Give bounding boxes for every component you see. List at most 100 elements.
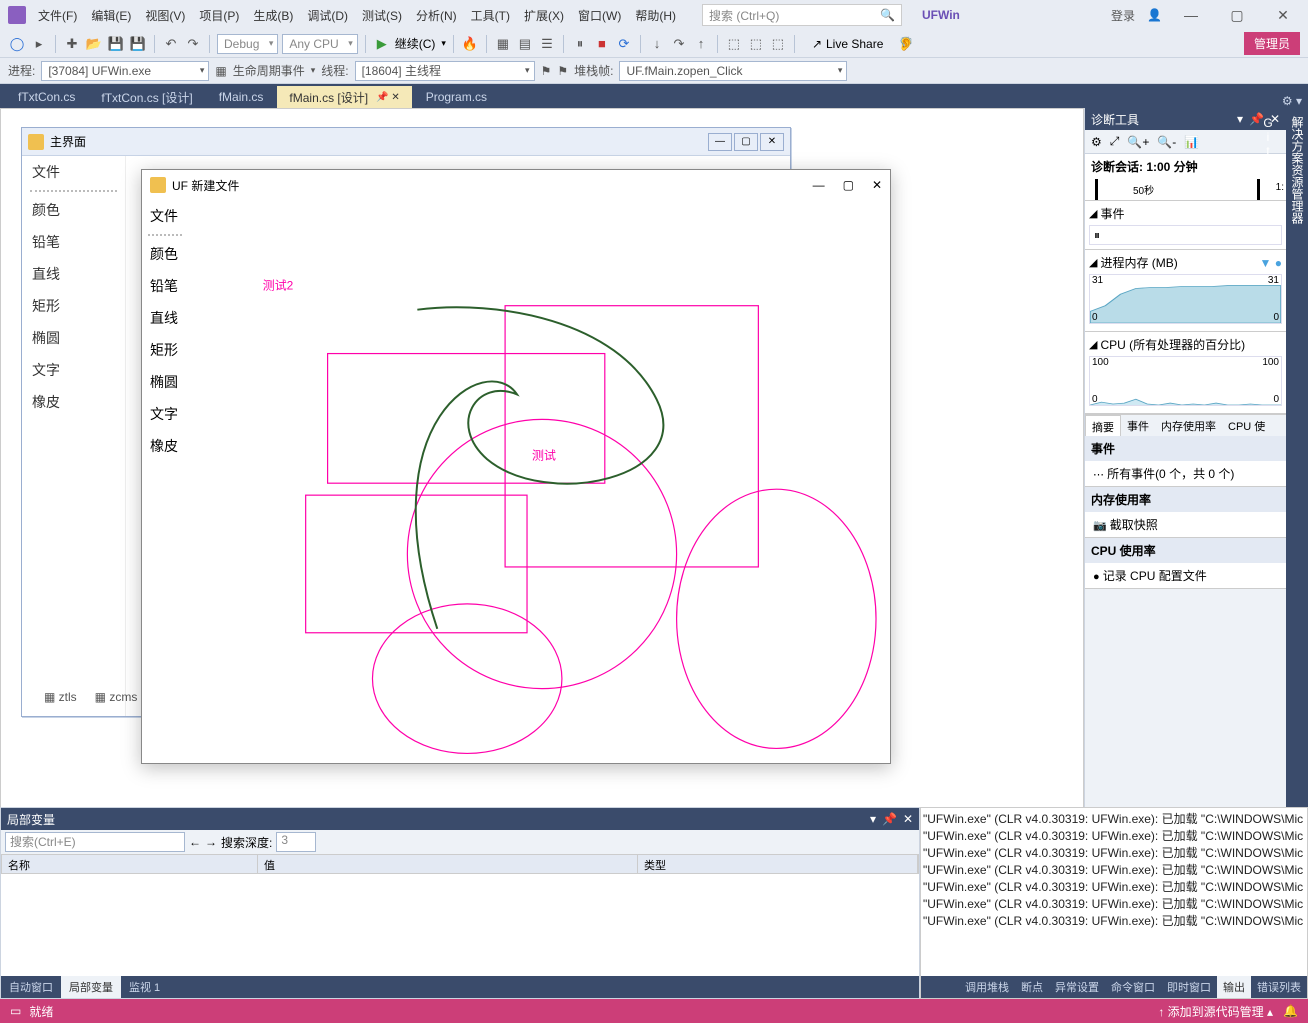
depth-combo[interactable]: 3 <box>276 832 316 852</box>
menu-item[interactable]: 编辑(E) <box>85 3 137 28</box>
output-tab[interactable]: 调用堆栈 <box>959 976 1015 998</box>
locals-search-input[interactable]: 搜索(Ctrl+E) <box>5 832 185 852</box>
document-tab[interactable]: fTxtCon.cs [设计] <box>89 86 204 108</box>
diag-dropdown-icon[interactable]: ▾ <box>1237 112 1243 126</box>
notifications-icon[interactable]: 🔔 <box>1283 1004 1298 1018</box>
tool-item[interactable]: 直线 <box>22 258 125 290</box>
popup-close-button[interactable]: ✕ <box>872 178 882 192</box>
pause-events-icon[interactable]: ⏸ <box>1094 228 1100 243</box>
menu-item[interactable]: 测试(S) <box>356 3 408 28</box>
layout-icon[interactable]: ▦ <box>494 35 512 53</box>
lifecycle-label[interactable]: 生命周期事件 <box>233 62 305 79</box>
thread-combo[interactable]: [18604] 主线程 <box>355 61 535 81</box>
new-icon[interactable]: ✚ <box>63 35 81 53</box>
locals-pin-icon[interactable]: 📌 <box>882 812 897 826</box>
col-value[interactable]: 值 <box>258 855 638 873</box>
mdi-menu-file[interactable]: 文件 <box>22 156 125 188</box>
output-tab[interactable]: 即时窗口 <box>1161 976 1217 998</box>
menu-item[interactable]: 工具(T) <box>465 3 516 28</box>
undo-icon[interactable]: ↶ <box>162 35 180 53</box>
back-icon[interactable]: ◯ <box>8 35 26 53</box>
menu-item[interactable]: 调试(D) <box>301 3 354 28</box>
tool-item[interactable]: 椭圆 <box>22 322 125 354</box>
bottom-tab[interactable]: 自动窗口 <box>1 976 61 998</box>
close-button[interactable]: ✕ <box>1266 7 1300 24</box>
save-all-icon[interactable]: 💾 <box>129 35 147 53</box>
ruler-icon[interactable]: ☰ <box>538 35 556 53</box>
mdi-min-button[interactable]: — <box>708 133 732 151</box>
process-combo[interactable]: [37084] UFWin.exe <box>41 61 209 81</box>
liveshare-label[interactable]: Live Share <box>826 37 883 51</box>
mdi-close-button[interactable]: ✕ <box>760 133 784 151</box>
document-tab[interactable]: fMain.cs <box>207 86 276 108</box>
diag-tab[interactable]: 内存使用率 <box>1155 415 1222 436</box>
tool-item[interactable]: 文字 <box>142 398 188 430</box>
drawing-canvas[interactable]: 测试2 测试 <box>188 200 890 763</box>
tool-item[interactable]: 直线 <box>142 302 188 334</box>
zoom-in-icon[interactable]: 🔍+ <box>1127 135 1149 149</box>
bottom-tab[interactable]: 监视 1 <box>121 976 168 998</box>
tool-item[interactable]: 颜色 <box>142 238 188 270</box>
user-icon[interactable]: 👤 <box>1147 8 1162 22</box>
bottom-tab[interactable]: 局部变量 <box>61 976 121 998</box>
hot-reload-icon[interactable]: 🔥 <box>461 35 479 53</box>
col-name[interactable]: 名称 <box>2 855 258 873</box>
output-text[interactable]: "UFWin.exe" (CLR v4.0.30319: UFWin.exe):… <box>921 808 1307 976</box>
menu-item[interactable]: 帮助(H) <box>629 3 682 28</box>
step-into-icon[interactable]: ↓ <box>648 35 666 53</box>
popup-min-button[interactable]: — <box>813 178 825 192</box>
stack-combo[interactable]: UF.fMain.zopen_Click <box>619 61 847 81</box>
tool-item[interactable]: 矩形 <box>142 334 188 366</box>
save-icon[interactable]: 💾 <box>107 35 125 53</box>
tool-item[interactable]: 铅笔 <box>142 270 188 302</box>
align-center-icon[interactable]: ⬚ <box>747 35 765 53</box>
output-tab[interactable]: 异常设置 <box>1049 976 1105 998</box>
flag-icon[interactable]: ⚑ <box>541 64 552 78</box>
pause-icon[interactable]: ⏸ <box>571 35 589 53</box>
stop-icon[interactable]: ■ <box>593 35 611 53</box>
config-combo[interactable]: Debug <box>217 34 278 54</box>
tool-item[interactable]: 铅笔 <box>22 226 125 258</box>
lifecycle-icon[interactable]: ▦ <box>215 64 226 78</box>
popup-menu-file[interactable]: 文件 <box>142 200 188 232</box>
menu-item[interactable]: 扩展(X) <box>518 3 570 28</box>
chart-icon[interactable]: 📊 <box>1184 135 1199 149</box>
document-tab[interactable]: Program.cs <box>414 86 499 108</box>
forward-icon[interactable]: ▸ <box>30 35 48 53</box>
tool-item[interactable]: 矩形 <box>22 290 125 322</box>
locals-close-icon[interactable]: ✕ <box>903 812 913 826</box>
grid-icon[interactable]: ▤ <box>516 35 534 53</box>
ztls-component[interactable]: ▦ ztls <box>44 690 77 704</box>
output-tab[interactable]: 命令窗口 <box>1105 976 1161 998</box>
tool-item[interactable]: 椭圆 <box>142 366 188 398</box>
liveshare-icon[interactable]: ↗ <box>812 37 822 51</box>
document-tab[interactable]: fMain.cs [设计]📌 ✕ <box>277 86 411 108</box>
tool-item[interactable]: 颜色 <box>22 194 125 226</box>
continue-icon[interactable]: ▶ <box>373 35 391 53</box>
align-right-icon[interactable]: ⬚ <box>769 35 787 53</box>
menu-item[interactable]: 项目(P) <box>193 3 245 28</box>
minimize-button[interactable]: — <box>1174 7 1208 23</box>
tool-item[interactable]: 橡皮 <box>22 386 125 418</box>
menu-item[interactable]: 视图(V) <box>139 3 191 28</box>
tool-item[interactable]: 橡皮 <box>142 430 188 462</box>
search-box[interactable]: 搜索 (Ctrl+Q) 🔍 <box>702 4 902 26</box>
continue-label[interactable]: 继续(C) <box>395 35 436 52</box>
menu-item[interactable]: 文件(F) <box>32 3 83 28</box>
menu-item[interactable]: 分析(N) <box>410 3 463 28</box>
redo-icon[interactable]: ↷ <box>184 35 202 53</box>
zcms-component[interactable]: ▦ zcms <box>95 690 138 704</box>
zoom-out-icon[interactable]: 🔍- <box>1157 135 1176 149</box>
locals-dropdown-icon[interactable]: ▾ <box>870 812 876 826</box>
gear-icon[interactable]: ⚙ <box>1091 135 1102 149</box>
flag2-icon[interactable]: ⚑ <box>557 64 568 78</box>
step-out-icon[interactable]: ↑ <box>692 35 710 53</box>
restart-icon[interactable]: ⟳ <box>615 35 633 53</box>
output-tab[interactable]: 输出 <box>1217 976 1251 998</box>
diag-timeline[interactable]: 50秒 1: <box>1085 179 1286 201</box>
tabs-gear-icon[interactable]: ⚙ ▾ <box>1276 94 1308 108</box>
open-icon[interactable]: 📂 <box>85 35 103 53</box>
login-link[interactable]: 登录 <box>1111 7 1135 24</box>
col-type[interactable]: 类型 <box>638 855 918 873</box>
menu-item[interactable]: 窗口(W) <box>572 3 627 28</box>
